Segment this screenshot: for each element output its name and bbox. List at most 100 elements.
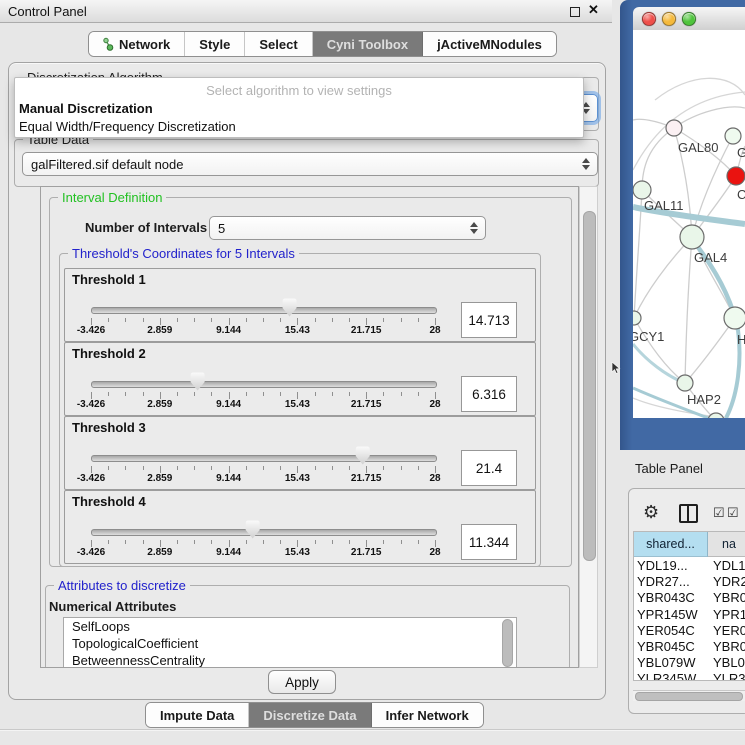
slider-thumb[interactable] <box>245 520 260 539</box>
tab-cyni-toolbox[interactable]: Cyni Toolbox <box>313 32 423 56</box>
network-canvas[interactable]: GAL80GACGAL11GAL4GCY1HHAP2 <box>633 30 745 418</box>
slider-track[interactable] <box>91 381 437 388</box>
table-row[interactable]: YBR043CYBR0 <box>634 590 745 606</box>
table-row[interactable]: YER054CYER0 <box>634 623 745 639</box>
split-columns-icon[interactable] <box>679 504 698 523</box>
list-scrollbar-thumb[interactable] <box>502 619 513 667</box>
slider-tick <box>211 466 212 470</box>
slider-track[interactable] <box>91 455 437 462</box>
slider-tick <box>263 318 264 322</box>
network-node-hap2[interactable] <box>677 375 693 391</box>
slider-tick-label: -3.426 <box>77 473 105 484</box>
bottom-tab-infer-network[interactable]: Infer Network <box>372 703 483 727</box>
checkbox-icon[interactable]: ☑ <box>727 506 739 519</box>
network-edge <box>685 318 735 383</box>
tab-label: Network <box>119 37 170 52</box>
apply-button[interactable]: Apply <box>268 670 336 694</box>
control-panel-titlebar: Control Panel ✕ <box>0 0 612 23</box>
list-item[interactable]: SelfLoops <box>64 618 516 635</box>
slider-tick <box>280 318 281 322</box>
table-row[interactable]: YDR27...YDR2 <box>634 574 745 590</box>
settings-scrollbar-track[interactable] <box>579 186 598 668</box>
zoom-traffic-light[interactable] <box>682 12 696 26</box>
bottom-tab-impute-data[interactable]: Impute Data <box>146 703 249 727</box>
slider-track[interactable] <box>91 529 437 536</box>
slider-tick-label: 21.715 <box>351 473 382 484</box>
table-data-combobox[interactable]: galFiltered.sif default node <box>22 152 598 176</box>
cell-name: YDL1 <box>713 558 745 574</box>
table-panel: ⚙ ☑ ☑ shared... na YDL19... YDL1YDR27...Y… <box>628 488 745 714</box>
list-item[interactable]: BetweennessCentrality <box>64 652 516 668</box>
cell-shared-name: YDL19... <box>637 558 707 574</box>
tab-select[interactable]: Select <box>245 32 312 56</box>
table-hscrollbar-thumb[interactable] <box>635 692 743 701</box>
checkbox-icon[interactable]: ☑ <box>713 506 725 519</box>
slider-tick-label: 15.43 <box>285 473 310 484</box>
slider-tick <box>108 466 109 470</box>
node-label: H <box>737 332 745 347</box>
network-node-ga[interactable] <box>725 128 741 144</box>
tab-jactivemnodules[interactable]: jActiveMNodules <box>423 32 556 56</box>
slider-tick <box>297 318 298 325</box>
bottom-tab-discretize-data[interactable]: Discretize Data <box>249 703 371 727</box>
network-node-gal80[interactable] <box>666 120 682 136</box>
column-header-shared-name[interactable]: shared... <box>634 532 708 557</box>
network-node-gcy1[interactable] <box>633 311 641 325</box>
threshold-value-field[interactable]: 11.344 <box>461 524 517 560</box>
threshold-value-field[interactable]: 6.316 <box>461 376 517 412</box>
slider-tick <box>315 318 316 322</box>
slider-tick <box>349 318 350 322</box>
cell-name: YDR2 <box>713 574 745 590</box>
slider-tick <box>435 540 436 547</box>
settings-scrollbar-thumb[interactable] <box>583 211 596 561</box>
table-row[interactable]: YLR345WYLR3 <box>634 671 745 680</box>
list-item[interactable]: TopologicalCoefficient <box>64 635 516 652</box>
close-traffic-light[interactable] <box>642 12 656 26</box>
close-icon[interactable]: ✕ <box>588 2 599 18</box>
slider-tick <box>246 466 247 470</box>
slider-tick <box>229 540 230 547</box>
threshold-panel-3: Threshold 3-3.4262.8599.14415.4321.71528… <box>64 416 536 490</box>
network-edge <box>634 318 685 383</box>
slider-tick <box>263 466 264 470</box>
slider-tick <box>349 392 350 396</box>
slider-tick <box>401 318 402 322</box>
gear-icon[interactable]: ⚙ <box>643 503 659 521</box>
threshold-panel-2: Threshold 2-3.4262.8599.14415.4321.71528… <box>64 342 536 416</box>
dropdown-option-manual[interactable]: Manual Discretization <box>15 100 583 118</box>
minimize-traffic-light[interactable] <box>662 12 676 26</box>
slider-tick <box>177 318 178 322</box>
slider-thumb[interactable] <box>355 446 370 465</box>
slider-tick-label: 9.144 <box>216 473 241 484</box>
network-window-titlebar <box>633 7 745 31</box>
table-hscrollbar-track[interactable] <box>633 690 745 701</box>
slider-tick <box>160 466 161 473</box>
slider-thumb[interactable] <box>190 372 205 391</box>
num-intervals-combobox[interactable]: 5 <box>209 216 486 240</box>
float-window-icon[interactable] <box>570 7 580 17</box>
network-node-gal11[interactable] <box>633 181 651 199</box>
network-node-h[interactable] <box>724 307 745 329</box>
slider-tick-label: 9.144 <box>216 547 241 558</box>
slider-tick-label: 2.859 <box>147 547 172 558</box>
slider-track[interactable] <box>91 307 437 314</box>
table-row[interactable]: YDL19... YDL1 <box>634 558 745 574</box>
num-intervals-value: 5 <box>218 221 225 236</box>
column-header-name[interactable]: na <box>708 532 745 557</box>
numerical-attributes-list[interactable]: SelfLoopsTopologicalCoefficientBetweenne… <box>63 617 517 668</box>
table-row[interactable]: YBL079WYBL0 <box>634 655 745 671</box>
threshold-value-field[interactable]: 21.4 <box>461 450 517 486</box>
tab-style[interactable]: Style <box>185 32 245 56</box>
thresholds-group-title: Threshold's Coordinates for 5 Intervals <box>68 246 299 261</box>
network-node-c[interactable] <box>727 167 745 185</box>
tab-network[interactable]: Network <box>89 32 185 56</box>
network-node-gal4[interactable] <box>680 225 704 249</box>
network-node[interactable] <box>708 413 724 418</box>
node-label: GAL11 <box>644 198 684 213</box>
table-row[interactable]: YBR045CYBR0 <box>634 639 745 655</box>
dropdown-option-equal-width[interactable]: Equal Width/Frequency Discretization <box>15 118 583 136</box>
slider-thumb[interactable] <box>282 298 297 317</box>
threshold-panel-4: Threshold 4-3.4262.8599.14415.4321.71528… <box>64 490 536 564</box>
threshold-value-field[interactable]: 14.713 <box>461 302 517 338</box>
table-row[interactable]: YPR145WYPR1 <box>634 607 745 623</box>
